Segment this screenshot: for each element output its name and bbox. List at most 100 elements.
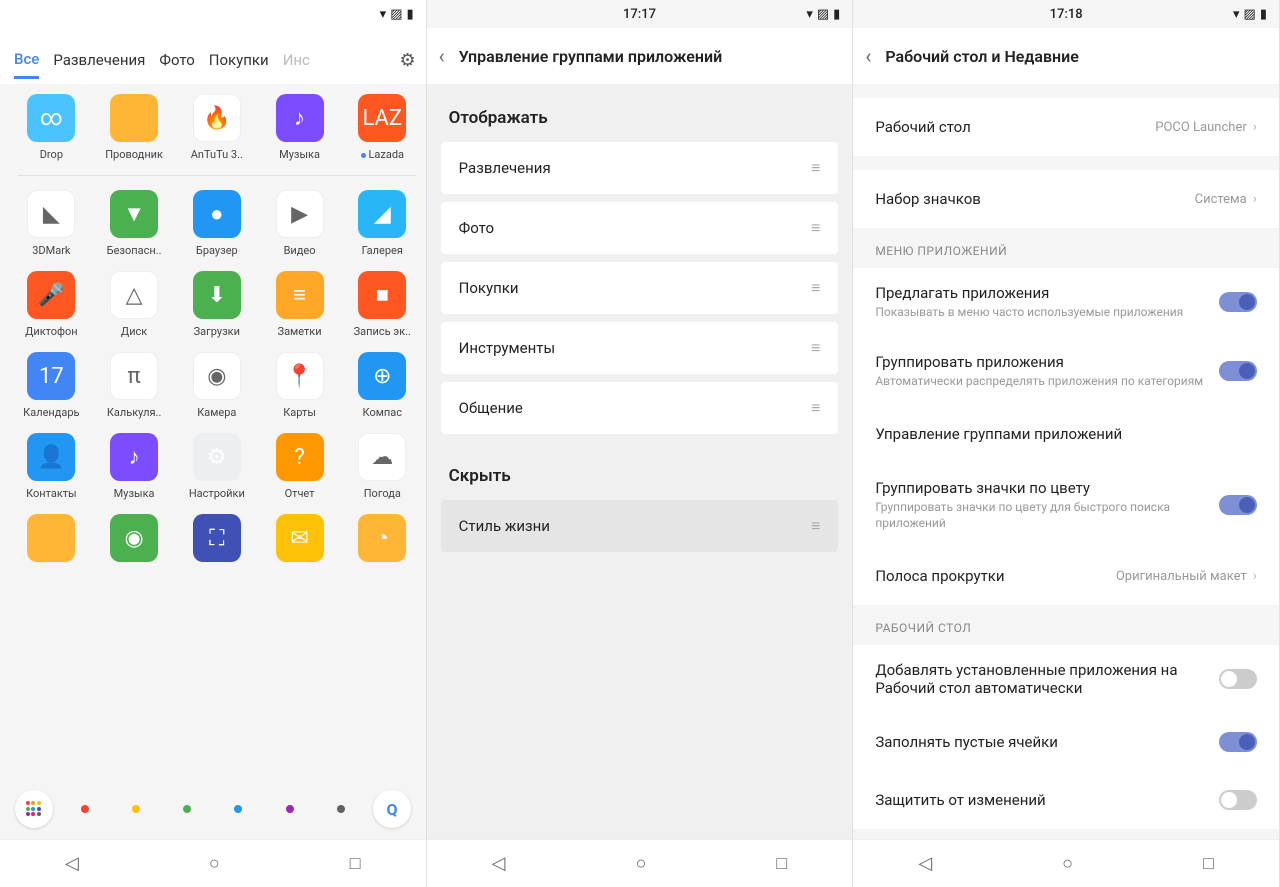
app-калькуля--[interactable]: πКалькуля.. (95, 352, 174, 419)
app-галерея[interactable]: ◢Галерея (343, 190, 422, 257)
app-3dmark[interactable]: ◣3DMark (12, 190, 91, 257)
app-drop[interactable]: ∞Drop (12, 94, 91, 161)
app-icon: ◣ (27, 190, 75, 238)
tab-photo[interactable]: Фото (159, 43, 194, 77)
back-button[interactable]: ◁ (65, 853, 79, 874)
all-colors-button[interactable] (15, 790, 53, 828)
suggest-apps-toggle[interactable] (1219, 292, 1257, 312)
back-button[interactable]: ◁ (918, 853, 932, 874)
tab-all[interactable]: Все (14, 42, 39, 79)
app-погода[interactable]: ☁Погода (343, 433, 422, 500)
app-компас[interactable]: ⊕Компас (343, 352, 422, 419)
drag-handle-icon[interactable]: ≡ (811, 218, 820, 238)
suggest-apps-item[interactable]: Предлагать приложения Показывать в меню … (853, 268, 1279, 337)
iconset-item[interactable]: Набор значков Система › (853, 170, 1279, 228)
chevron-right-icon: › (1253, 119, 1257, 135)
group-item[interactable]: Покупки≡ (441, 262, 839, 314)
home-button[interactable]: ○ (209, 853, 220, 874)
app-icon[interactable] (12, 514, 91, 568)
app-запись-эк--[interactable]: ■Запись эк.. (343, 271, 422, 338)
manage-groups-item[interactable]: Управление группами приложений (853, 405, 1279, 463)
app-antutu-3--[interactable]: 🔥AnTuTu 3.. (177, 94, 256, 161)
app-icon: 🔥 (193, 94, 241, 142)
tab-shopping[interactable]: Покупки (209, 43, 269, 77)
app-настройки[interactable]: ⚙Настройки (177, 433, 256, 500)
app-icon[interactable]: ✉ (260, 514, 339, 568)
home-launcher-item[interactable]: Рабочий стол POCO Launcher › (853, 98, 1279, 156)
group-item[interactable]: Развлечения≡ (441, 142, 839, 194)
search-button[interactable]: Q (373, 790, 411, 828)
color-filter-dot[interactable] (322, 790, 360, 828)
drag-handle-icon[interactable]: ≡ (811, 278, 820, 298)
group-apps-item[interactable]: Группировать приложения Автоматически ра… (853, 337, 1279, 406)
home-button[interactable]: ○ (1062, 853, 1073, 874)
app-диктофон[interactable]: 🎤Диктофон (12, 271, 91, 338)
color-filter-dot[interactable] (168, 790, 206, 828)
app-icon: △ (110, 271, 158, 319)
app-браузер[interactable]: ●Браузер (177, 190, 256, 257)
color-filter-dot[interactable] (117, 790, 155, 828)
group-label: Стиль жизни (459, 517, 550, 535)
app-icon[interactable]: ⛶ (177, 514, 256, 568)
drag-handle-icon[interactable]: ≡ (811, 338, 820, 358)
app-заметки[interactable]: ≡Заметки (260, 271, 339, 338)
tab-tools[interactable]: Инс (283, 43, 310, 77)
app-видео[interactable]: ▶Видео (260, 190, 339, 257)
app-icon: ⊕ (358, 352, 406, 400)
app-lazada[interactable]: LAZLazada (343, 94, 422, 161)
drag-handle-icon[interactable]: ≡ (811, 158, 820, 178)
app-камера[interactable]: ◉Камера (177, 352, 256, 419)
app-icon[interactable]: ◔ (343, 514, 422, 568)
color-filter-dot[interactable] (66, 790, 104, 828)
group-label: Инструменты (459, 339, 555, 357)
app-музыка[interactable]: ♪Музыка (95, 433, 174, 500)
group-item[interactable]: Стиль жизни ≡ (441, 500, 839, 552)
app-label: Контакты (26, 487, 77, 500)
app-label: Настройки (189, 487, 245, 500)
autoadd-toggle[interactable] (1219, 669, 1257, 689)
fill-cells-toggle[interactable] (1219, 732, 1257, 752)
group-by-color-item[interactable]: Группировать значки по цвету Группироват… (853, 463, 1279, 547)
recents-button[interactable]: □ (1203, 853, 1214, 874)
fill-cells-item[interactable]: Заполнять пустые ячейки (853, 713, 1279, 771)
group-item[interactable]: Инструменты ≡ (441, 322, 839, 374)
group-apps-toggle[interactable] (1219, 361, 1257, 381)
search-icon: Q (387, 800, 398, 819)
drag-handle-icon[interactable]: ≡ (811, 398, 820, 418)
back-icon[interactable]: ‹ (439, 44, 445, 68)
home-button[interactable]: ○ (636, 853, 647, 874)
group-item[interactable]: Фото≡ (441, 202, 839, 254)
app-label: Погода (364, 487, 401, 500)
autoadd-item[interactable]: Добавлять установленные приложения на Ра… (853, 645, 1279, 713)
app-icon: ◔ (358, 514, 406, 562)
drag-handle-icon[interactable]: ≡ (811, 516, 820, 536)
app-музыка[interactable]: ♪Музыка (260, 94, 339, 161)
back-icon[interactable]: ‹ (865, 44, 871, 68)
app-label: Заметки (278, 325, 322, 338)
battery-icon: ▮ (833, 7, 840, 22)
group-by-color-toggle[interactable] (1219, 495, 1257, 515)
app-безопасн--[interactable]: ▼Безопасн.. (95, 190, 174, 257)
scrollbar-item[interactable]: Полоса прокрутки Оригинальный макет › (853, 547, 1279, 605)
recents-button[interactable]: □ (350, 853, 361, 874)
app-карты[interactable]: 📍Карты (260, 352, 339, 419)
gear-icon[interactable]: ⚙ (400, 50, 416, 71)
color-filter-dot[interactable] (219, 790, 257, 828)
app-контакты[interactable]: 👤 Контакты (12, 433, 91, 500)
lock-layout-item[interactable]: Защитить от изменений (853, 771, 1279, 829)
sim-icon: ▨ (817, 7, 829, 22)
app-отчет[interactable]: ?Отчет (260, 433, 339, 500)
app-диск[interactable]: △Диск (95, 271, 174, 338)
tab-entertainment[interactable]: Развлечения (53, 43, 145, 77)
color-filter-dot[interactable] (271, 790, 309, 828)
app-icon: 👤 (27, 433, 75, 481)
app-icon[interactable]: ◉ (95, 514, 174, 568)
group-item[interactable]: Общение≡ (441, 382, 839, 434)
app-календарь[interactable]: 17Календарь (12, 352, 91, 419)
recents-button[interactable]: □ (776, 853, 787, 874)
app-проводник[interactable]: Проводник (95, 94, 174, 161)
lock-layout-toggle[interactable] (1219, 790, 1257, 810)
app-grid[interactable]: ∞DropПроводник🔥AnTuTu 3..♪МузыкаLAZLazad… (0, 84, 426, 779)
app-загрузки[interactable]: ⬇Загрузки (177, 271, 256, 338)
back-button[interactable]: ◁ (492, 853, 506, 874)
